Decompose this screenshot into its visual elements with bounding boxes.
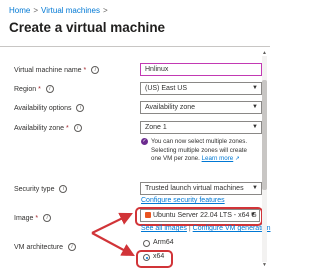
annotation-arrows [91,212,135,257]
arrow-to-x64 [91,232,135,257]
scrollbar-thumb[interactable] [262,80,267,190]
scroll-down-icon[interactable]: ▼ [262,262,267,268]
arrow-to-image [91,212,133,234]
